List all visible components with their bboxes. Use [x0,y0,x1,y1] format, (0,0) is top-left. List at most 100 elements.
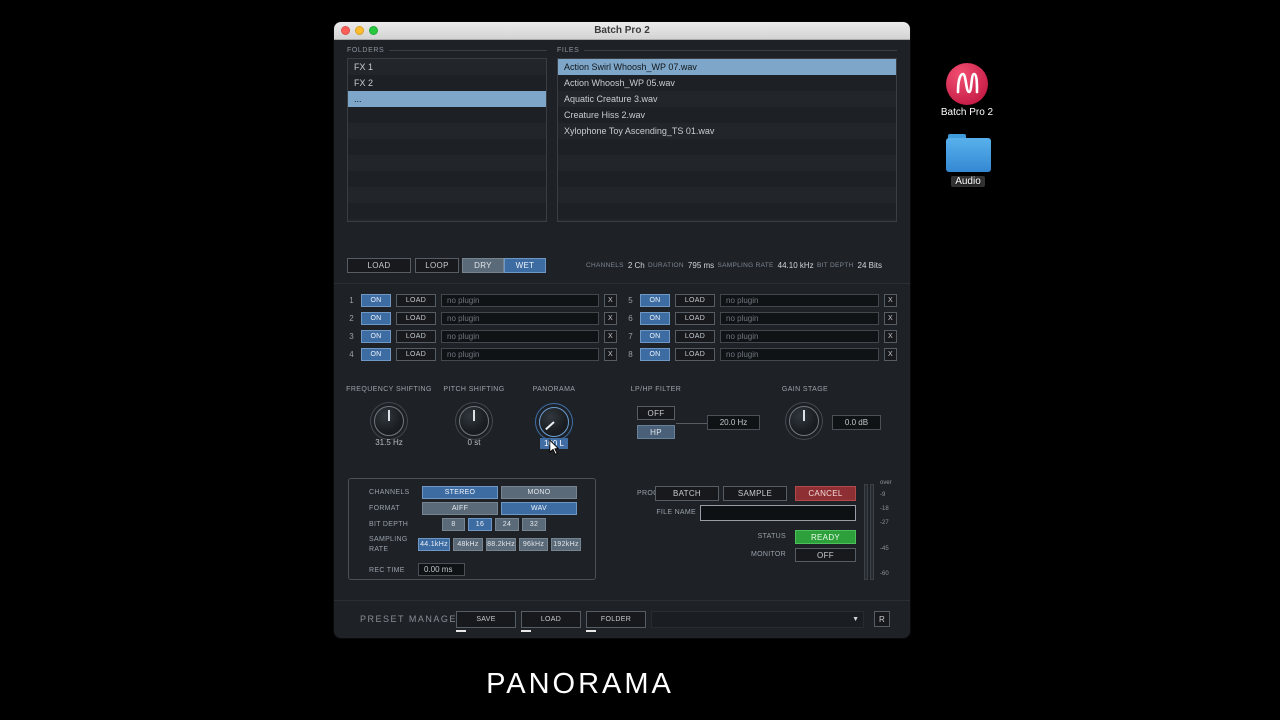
minimize-window-button[interactable] [355,26,364,35]
folder-item-selected[interactable]: ... [348,91,546,107]
plugin-remove-button[interactable]: X [884,312,897,325]
close-window-button[interactable] [341,26,350,35]
plugin-on-button[interactable]: ON [361,312,391,325]
plugin-name-field[interactable]: no plugin [441,348,599,361]
plugin-slot-row: 3 ON LOAD no plugin X [347,330,617,343]
plugin-name-field[interactable]: no plugin [441,312,599,325]
load-sample-button[interactable]: LOAD [347,258,411,273]
app-icon-label[interactable]: Batch Pro 2 [927,107,1007,118]
status-label: STATUS [757,533,786,540]
file-item[interactable]: Action Whoosh_WP 05.wav [558,75,896,91]
plugin-slot-number: 2 [349,314,354,323]
sampling-rate-96-button[interactable]: 96kHz [519,538,548,551]
plugin-load-button[interactable]: LOAD [396,294,436,307]
folders-list[interactable]: FX 1 FX 2 ... [347,58,547,222]
batch-button[interactable]: BATCH [655,486,719,501]
file-item[interactable]: Aquatic Creature 3.wav [558,91,896,107]
plugin-on-button[interactable]: ON [361,348,391,361]
window-titlebar[interactable]: Batch Pro 2 [334,22,910,40]
plugin-name-field[interactable]: no plugin [720,330,879,343]
bit-depth-32-button[interactable]: 32 [522,518,546,531]
plugin-name-field[interactable]: no plugin [441,294,599,307]
channels-stereo-button[interactable]: STEREO [422,486,498,499]
plugin-remove-button[interactable]: X [884,294,897,307]
bit-depth-8-button[interactable]: 8 [442,518,465,531]
wet-toggle-button[interactable]: WET [504,258,546,273]
file-item-selected[interactable]: Action Swirl Whoosh_WP 07.wav [558,59,896,75]
bit-depth-16-button[interactable]: 16 [468,518,492,531]
filter-frequency-field[interactable]: 20.0 Hz [707,415,760,430]
format-aiff-button[interactable]: AIFF [422,502,498,515]
sampling-rate-44-button[interactable]: 44.1kHz [418,538,450,551]
folder-item[interactable]: FX 2 [348,75,546,91]
sampling-rate-88-button[interactable]: 88.2kHz [486,538,516,551]
rec-time-field[interactable]: 0.00 ms [418,563,465,576]
gain-stage-label: GAIN STAGE [781,386,829,393]
plugin-load-button[interactable]: LOAD [396,312,436,325]
plugin-load-button[interactable]: LOAD [675,312,715,325]
preset-load-button[interactable]: LOAD [521,611,581,628]
preset-dropdown[interactable]: ▼ [651,611,864,628]
output-settings-panel: CHANNELS STEREO MONO FORMAT AIFF WAV BIT… [348,478,596,580]
plugin-remove-button[interactable]: X [604,348,617,361]
plugin-on-button[interactable]: ON [640,294,670,307]
file-item[interactable]: Creature Hiss 2.wav [558,107,896,123]
sampling-rate-48-button[interactable]: 48kHz [453,538,483,551]
plugin-remove-button[interactable]: X [884,348,897,361]
plugin-remove-button[interactable]: X [604,312,617,325]
filter-off-button[interactable]: OFF [637,406,675,420]
files-list[interactable]: Action Swirl Whoosh_WP 07.wav Action Who… [557,58,897,222]
audio-folder-icon[interactable] [946,134,991,172]
folder-item[interactable]: FX 1 [348,59,546,75]
preset-folder-button[interactable]: FOLDER [586,611,646,628]
plugin-on-button[interactable]: ON [361,330,391,343]
plugin-remove-button[interactable]: X [884,330,897,343]
plugin-name-field[interactable]: no plugin [720,294,879,307]
plugin-name-field[interactable]: no plugin [720,312,879,325]
preset-save-tick [456,630,466,632]
file-item[interactable]: Xylophone Toy Ascending_TS 01.wav [558,123,896,139]
cancel-button[interactable]: CANCEL [795,486,856,501]
folder-icon-label[interactable]: Audio [928,176,1008,187]
frequency-shifting-knob[interactable] [374,406,404,436]
sampling-rate-info-label: SAMPLING RATE [717,262,774,269]
file-name-input[interactable] [700,505,856,521]
plugin-on-button[interactable]: ON [640,312,670,325]
sampling-rate-info-value: 44.10 kHz [777,261,814,270]
panorama-knob[interactable] [539,407,569,437]
gain-stage-value-field[interactable]: 0.0 dB [832,415,881,430]
zoom-window-button[interactable] [369,26,378,35]
plugin-on-button[interactable]: ON [640,330,670,343]
plugin-name-field[interactable]: no plugin [441,330,599,343]
format-wav-button[interactable]: WAV [501,502,577,515]
loop-button[interactable]: LOOP [415,258,459,273]
preset-reset-button[interactable]: R [874,611,890,627]
files-label: FILES [557,47,580,54]
channels-mono-button[interactable]: MONO [501,486,577,499]
file-item-label: Aquatic Creature 3.wav [564,94,658,104]
batch-pro-app-icon[interactable] [945,62,989,106]
gain-stage-knob[interactable] [789,406,819,436]
plugin-load-button[interactable]: LOAD [396,348,436,361]
output-sampling-rate-label: SAMPLING RATE [369,536,408,553]
plugin-slot-number: 5 [628,296,633,305]
preset-save-button[interactable]: SAVE [456,611,516,628]
bit-depth-24-button[interactable]: 24 [495,518,519,531]
plugin-load-button[interactable]: LOAD [675,348,715,361]
sample-button[interactable]: SAMPLE [723,486,787,501]
plugin-load-button[interactable]: LOAD [675,330,715,343]
plugin-rack-right: 5 ON LOAD no plugin X 6 ON LOAD no plugi… [626,294,897,361]
plugin-remove-button[interactable]: X [604,330,617,343]
plugin-load-button[interactable]: LOAD [675,294,715,307]
filter-hp-button[interactable]: HP [637,425,675,439]
plugin-name-field[interactable]: no plugin [720,348,879,361]
plugin-load-button[interactable]: LOAD [396,330,436,343]
sampling-rate-192-button[interactable]: 192kHz [551,538,581,551]
plugin-on-button[interactable]: ON [361,294,391,307]
dry-toggle-button[interactable]: DRY [462,258,504,273]
plugin-on-button[interactable]: ON [640,348,670,361]
pitch-shifting-knob[interactable] [459,406,489,436]
plugin-remove-button[interactable]: X [604,294,617,307]
monitor-off-button[interactable]: OFF [795,548,856,562]
output-bit-depth-label: BIT DEPTH [369,521,409,528]
